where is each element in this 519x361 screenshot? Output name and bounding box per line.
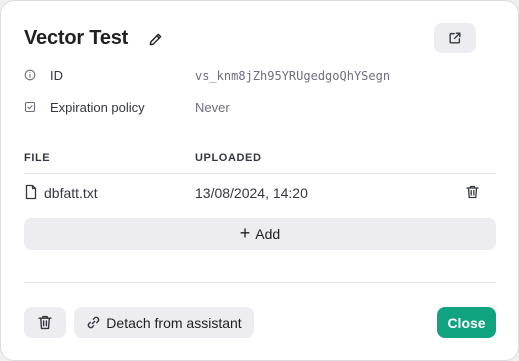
footer-divider [24,282,496,283]
vector-store-dialog: Vector Test ID vs_knm8jZh95YRUgedgoQhYSe… [0,0,519,361]
table-divider [24,173,496,174]
edit-name-button[interactable] [144,28,166,50]
expiration-value: Never [195,100,230,115]
column-header-file: FILE [24,152,51,164]
expiration-label: Expiration policy [50,100,145,115]
plus-icon: + [239,223,251,243]
dialog-title: Vector Test [24,27,129,49]
add-file-label: Add [255,226,281,242]
pencil-icon [149,33,161,45]
detach-from-assistant-button[interactable]: Detach from assistant [74,307,254,338]
calendar-check-icon [24,101,36,113]
id-value: vs_knm8jZh95YRUgedgoQhYSegn [195,69,391,83]
trash-icon [38,315,52,330]
file-name: dbfatt.txt [44,185,98,201]
link-icon [88,316,100,329]
id-label: ID [50,68,63,83]
file-icon [25,184,37,200]
add-file-button[interactable]: + Add [24,218,496,250]
external-link-icon [449,32,461,44]
close-button[interactable]: Close [437,307,496,338]
detach-label: Detach from assistant [106,314,242,331]
open-external-button[interactable] [434,23,476,53]
trash-icon [465,185,479,199]
delete-file-button[interactable] [462,182,482,202]
file-uploaded-date: 13/08/2024, 14:20 [195,185,308,201]
info-icon [24,69,36,81]
delete-vector-store-button[interactable] [24,307,66,338]
column-header-uploaded: UPLOADED [195,152,262,164]
